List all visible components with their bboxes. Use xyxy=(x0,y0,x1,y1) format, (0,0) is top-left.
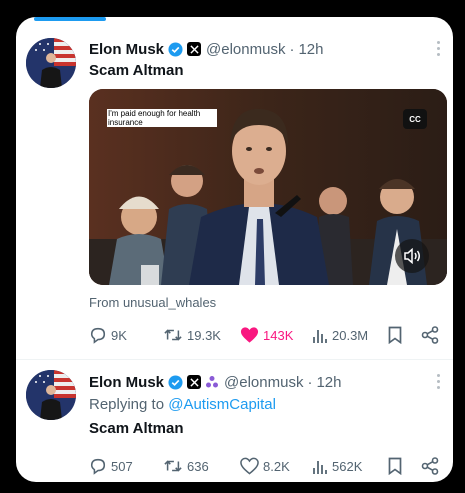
bookmark-icon xyxy=(388,326,402,344)
bookmark-icon xyxy=(388,457,402,475)
affiliate-badge-icon xyxy=(205,375,219,389)
views-button[interactable]: 562K xyxy=(312,456,362,476)
speaker-icon xyxy=(404,248,420,264)
reply-count: 507 xyxy=(111,458,133,474)
tweet-text: Scam Altman xyxy=(89,62,184,79)
reply-button[interactable]: 9K xyxy=(89,325,127,345)
share-button[interactable] xyxy=(421,456,439,476)
share-button[interactable] xyxy=(421,325,439,345)
repost-icon xyxy=(164,460,182,472)
video-caption: I'm paid enough for health insurance xyxy=(107,109,217,127)
views-button[interactable]: 20.3M xyxy=(312,325,368,345)
tweet-header: Elon Musk @elonmusk · 12h xyxy=(89,370,341,394)
volume-button[interactable] xyxy=(395,239,429,273)
heart-filled-icon xyxy=(240,327,259,343)
more-options-icon[interactable] xyxy=(437,374,441,392)
video-source[interactable]: From unusual_whales xyxy=(89,295,216,310)
like-button[interactable]: 143K xyxy=(240,325,293,345)
repost-button[interactable]: 19.3K xyxy=(163,325,221,345)
repost-count: 19.3K xyxy=(187,327,221,343)
avatar[interactable] xyxy=(26,370,76,420)
view-count: 562K xyxy=(332,458,363,474)
reply-icon xyxy=(90,327,106,344)
tweet-text: Scam Altman xyxy=(89,420,184,437)
more-options-icon[interactable] xyxy=(437,41,441,59)
avatar[interactable] xyxy=(26,38,76,88)
reply-count: 9K xyxy=(111,327,127,343)
like-button[interactable]: 8.2K xyxy=(240,456,290,476)
bookmark-button[interactable] xyxy=(388,325,402,345)
repost-button[interactable]: 636 xyxy=(163,456,209,476)
bookmark-button[interactable] xyxy=(388,456,402,476)
reply-icon xyxy=(90,458,106,475)
author-name[interactable]: Elon Musk xyxy=(89,374,164,391)
tweet[interactable]: Elon Musk @elonmusk · 12h Scam Altman I'… xyxy=(16,17,453,359)
author-handle[interactable]: @elonmusk xyxy=(206,41,285,58)
repost-icon xyxy=(164,329,182,341)
analytics-icon xyxy=(313,461,327,474)
x-logo-icon xyxy=(187,42,202,56)
timestamp[interactable]: 12h xyxy=(316,374,341,391)
closed-captions-button[interactable]: CC xyxy=(403,109,427,129)
replying-to: Replying to @AutismCapital xyxy=(89,396,276,413)
share-icon xyxy=(421,326,439,344)
like-count: 8.2K xyxy=(263,458,290,474)
replying-to-prefix: Replying to xyxy=(89,396,169,413)
verified-badge-icon xyxy=(168,41,183,57)
timeline-card: Elon Musk @elonmusk · 12h Scam Altman I'… xyxy=(16,17,453,482)
view-count: 20.3M xyxy=(332,327,369,343)
tweet[interactable]: Elon Musk @elonmusk · 12h Replying to @A… xyxy=(16,360,453,482)
analytics-icon xyxy=(313,330,327,343)
tweet-video[interactable]: I'm paid enough for health insurance CC xyxy=(89,89,447,285)
repost-count: 636 xyxy=(187,458,209,474)
author-name[interactable]: Elon Musk xyxy=(89,41,164,58)
tweet-header: Elon Musk @elonmusk · 12h xyxy=(89,37,323,61)
heart-outline-icon xyxy=(240,457,259,475)
x-logo-icon xyxy=(187,375,202,389)
share-icon xyxy=(421,457,439,475)
like-count: 143K xyxy=(263,327,294,343)
reply-button[interactable]: 507 xyxy=(89,456,133,476)
verified-badge-icon xyxy=(168,374,183,390)
replying-to-link[interactable]: @AutismCapital xyxy=(168,396,276,413)
timestamp[interactable]: 12h xyxy=(298,41,323,58)
author-handle[interactable]: @elonmusk xyxy=(224,374,303,391)
separator-dot: · xyxy=(289,40,295,58)
separator-dot: · xyxy=(307,373,313,391)
